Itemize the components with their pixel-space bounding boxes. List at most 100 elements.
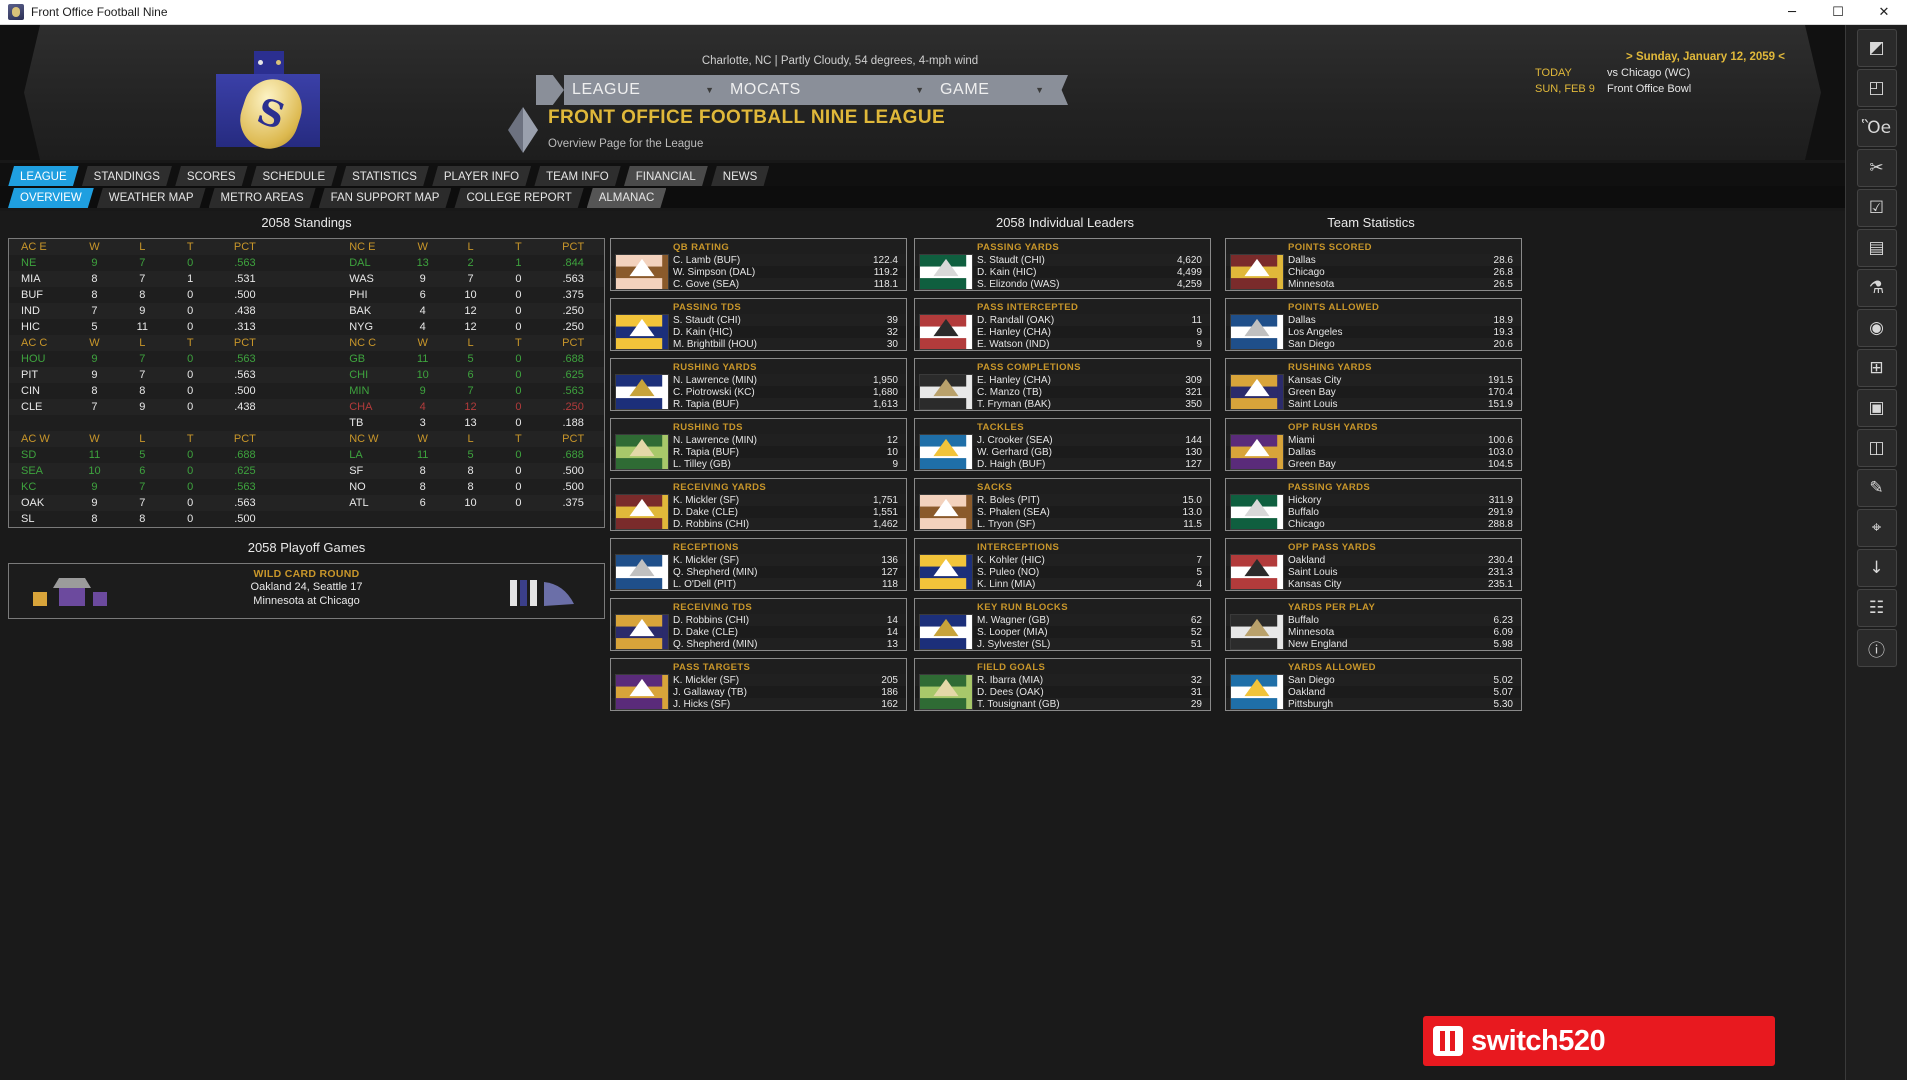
team-abbrev[interactable]: HOU <box>9 351 71 367</box>
team-abbrev[interactable]: PHI <box>337 287 399 303</box>
subtab-metro-areas[interactable]: METRO AREAS <box>209 188 316 208</box>
subtab-college-report[interactable]: COLLEGE REPORT <box>454 188 583 208</box>
team-abbrev[interactable]: BAK <box>337 303 399 319</box>
leader-box[interactable]: PASSING YARDS S. Staudt (CHI) 4,620 D. Kai… <box>914 238 1211 291</box>
download-icon[interactable]: ↓ <box>1856 549 1897 587</box>
team-abbrev[interactable]: CLE <box>9 399 71 415</box>
team-abbrev[interactable]: NE <box>9 255 71 271</box>
leader-box[interactable]: KEY RUN BLOCKS M. Wagner (GB) 62 S. Looper… <box>914 598 1211 651</box>
leader-box[interactable]: PASS COMPLETIONS E. Hanley (CHA) 309 C. Ma… <box>914 358 1211 411</box>
team-abbrev[interactable]: TB <box>337 415 399 431</box>
subtab-fan-support-map[interactable]: FAN SUPPORT MAP <box>319 188 452 208</box>
leader-box[interactable]: TACKLES J. Crooker (SEA) 144 W. Gerhard (G… <box>914 418 1211 471</box>
team-abbrev[interactable] <box>9 415 71 431</box>
team-abbrev[interactable]: SD <box>9 447 71 463</box>
trophy-icon[interactable]: ⚗ <box>1856 269 1897 307</box>
standings-row[interactable]: OAK 9 7 0 .563 ATL 6 10 0 .375 <box>9 495 604 511</box>
standings-row[interactable]: IND 7 9 0 .438 BAK 4 12 0 .250 <box>9 303 604 319</box>
team-stat-box[interactable]: POINTS ALLOWED Dallas 18.9 Los Angeles 19.3… <box>1225 298 1522 351</box>
panel-icon[interactable]: ◩ <box>1856 29 1897 67</box>
info-icon[interactable]: ⓘ <box>1856 629 1897 667</box>
standings-row[interactable]: SD 11 5 0 .688 LA 11 5 0 .688 <box>9 447 604 463</box>
eye-icon[interactable]: ◉ <box>1856 309 1897 347</box>
standings-row[interactable]: CIN 8 8 0 .500 MIN 9 7 0 .563 <box>9 383 604 399</box>
leader-box[interactable]: SACKS R. Boles (PIT) 15.0 S. Phalen (SEA) 1… <box>914 478 1211 531</box>
team-abbrev[interactable]: ATL <box>337 495 399 511</box>
team-abbrev[interactable]: SEA <box>9 463 71 479</box>
standings-row[interactable]: CLE 7 9 0 .438 CHA 4 12 0 .250 <box>9 399 604 415</box>
subtab-weather-map[interactable]: WEATHER MAP <box>97 188 206 208</box>
tab-team-info[interactable]: TEAM INFO <box>534 166 621 187</box>
team-abbrev[interactable]: WAS <box>337 271 399 287</box>
minimize-button[interactable]: ─ <box>1769 0 1815 24</box>
leader-box[interactable]: PASS TARGETS K. Mickler (SF) 205 J. Gallaw… <box>610 658 907 711</box>
target-icon[interactable]: ⌖ <box>1856 509 1897 547</box>
team-abbrev[interactable]: NO <box>337 479 399 495</box>
scissors-icon[interactable]: ✂ <box>1856 149 1897 187</box>
team-abbrev[interactable]: PIT <box>9 367 71 383</box>
team-abbrev[interactable]: CIN <box>9 383 71 399</box>
leader-box[interactable]: FIELD GOALS R. Ibarra (MIA) 32 D. Dees (OA… <box>914 658 1211 711</box>
team-stat-box[interactable]: YARDS ALLOWED San Diego 5.02 Oakland 5.07 Pi… <box>1225 658 1522 711</box>
subtab-almanac[interactable]: ALMANAC <box>587 188 667 208</box>
team-stat-box[interactable]: OPP RUSH YARDS Miami 100.6 Dallas 103.0 Gree… <box>1225 418 1522 471</box>
team-abbrev[interactable]: IND <box>9 303 71 319</box>
tab-player-info[interactable]: PLAYER INFO <box>432 166 531 187</box>
team-stat-box[interactable]: PASSING YARDS Hickory 311.9 Buffalo 291.9 Ch… <box>1225 478 1522 531</box>
standings-row[interactable]: BUF 8 8 0 .500 PHI 6 10 0 .375 <box>9 287 604 303</box>
tab-league[interactable]: LEAGUE <box>8 166 79 187</box>
leader-box[interactable]: RECEPTIONS K. Mickler (SF) 136 Q. Shepherd… <box>610 538 907 591</box>
standings-row[interactable]: SL 8 8 0 .500 <box>9 511 604 527</box>
leader-box[interactable]: QB RATING C. Lamb (BUF) 122.4 W. Simpson (… <box>610 238 907 291</box>
save-icon[interactable]: Ὃe <box>1856 109 1897 147</box>
table-icon[interactable]: ◫ <box>1856 429 1897 467</box>
subtab-overview[interactable]: OVERVIEW <box>8 188 94 208</box>
leader-box[interactable]: RUSHING YARDS N. Lawrence (MIN) 1,950 C. P… <box>610 358 907 411</box>
checklist-icon[interactable]: ☑ <box>1856 189 1897 227</box>
leader-box[interactable]: RUSHING TDS N. Lawrence (MIN) 12 R. Tapia … <box>610 418 907 471</box>
team-abbrev[interactable]: SL <box>9 511 71 527</box>
team-stat-box[interactable]: OPP PASS YARDS Oakland 230.4 Saint Louis 23… <box>1225 538 1522 591</box>
standings-row[interactable]: MIA 8 7 1 .531 WAS 9 7 0 .563 <box>9 271 604 287</box>
team-abbrev[interactable]: GB <box>337 351 399 367</box>
tab-schedule[interactable]: SCHEDULE <box>251 166 338 187</box>
standings-row[interactable]: SEA 10 6 0 .625 SF 8 8 0 .500 <box>9 463 604 479</box>
team-abbrev[interactable]: NYG <box>337 319 399 335</box>
team-abbrev[interactable]: BUF <box>9 287 71 303</box>
team-abbrev[interactable]: MIN <box>337 383 399 399</box>
team-abbrev[interactable]: MIA <box>9 271 71 287</box>
team-stat-box[interactable]: POINTS SCORED Dallas 28.6 Chicago 26.8 Minne… <box>1225 238 1522 291</box>
leader-box[interactable]: PASSING TDS S. Staudt (CHI) 39 D. Kain (HI… <box>610 298 907 351</box>
team-abbrev[interactable]: SF <box>337 463 399 479</box>
tab-financial[interactable]: FINANCIAL <box>624 166 708 187</box>
leader-box[interactable]: PASS INTERCEPTED D. Randall (OAK) 11 E. Ha… <box>914 298 1211 351</box>
team-stat-box[interactable]: RUSHING YARDS Kansas City 191.5 Green Bay 1… <box>1225 358 1522 411</box>
nav-menu-team[interactable]: MOCATS ▼ <box>722 75 932 105</box>
calendar-icon[interactable]: ▣ <box>1856 389 1897 427</box>
standings-row[interactable]: NE 9 7 0 .563 DAL 13 2 1 .844 <box>9 255 604 271</box>
tab-statistics[interactable]: STATISTICS <box>340 166 429 187</box>
book-icon[interactable]: ▤ <box>1856 229 1897 267</box>
standings-row[interactable]: PIT 9 7 0 .563 CHI 10 6 0 .625 <box>9 367 604 383</box>
edit-icon[interactable]: ✎ <box>1856 469 1897 507</box>
standings-row[interactable]: HIC 5 11 0 .313 NYG 4 12 0 .250 <box>9 319 604 335</box>
leader-box[interactable]: RECEIVING YARDS K. Mickler (SF) 1,751 D. D… <box>610 478 907 531</box>
layout-icon[interactable]: ◰ <box>1856 69 1897 107</box>
current-date[interactable]: > Sunday, January 12, 2059 < <box>1535 51 1785 63</box>
leader-box[interactable]: INTERCEPTIONS K. Kohler (HIC) 7 S. Puleo (… <box>914 538 1211 591</box>
standings-row[interactable]: HOU 9 7 0 .563 GB 11 5 0 .688 <box>9 351 604 367</box>
team-abbrev[interactable]: CHA <box>337 399 399 415</box>
chart-icon[interactable]: ☷ <box>1856 589 1897 627</box>
team-abbrev[interactable]: OAK <box>9 495 71 511</box>
tab-standings[interactable]: STANDINGS <box>82 166 172 187</box>
team-abbrev[interactable]: CHI <box>337 367 399 383</box>
grid-icon[interactable]: ⊞ <box>1856 349 1897 387</box>
team-abbrev[interactable]: DAL <box>337 255 399 271</box>
nav-menu-game[interactable]: GAME ▼ <box>932 75 1052 105</box>
leader-box[interactable]: RECEIVING TDS D. Robbins (CHI) 14 D. Dake … <box>610 598 907 651</box>
team-abbrev[interactable]: LA <box>337 447 399 463</box>
team-abbrev[interactable]: KC <box>9 479 71 495</box>
tab-news[interactable]: NEWS <box>711 166 770 187</box>
standings-row[interactable]: KC 9 7 0 .563 NO 8 8 0 .500 <box>9 479 604 495</box>
team-abbrev[interactable]: HIC <box>9 319 71 335</box>
